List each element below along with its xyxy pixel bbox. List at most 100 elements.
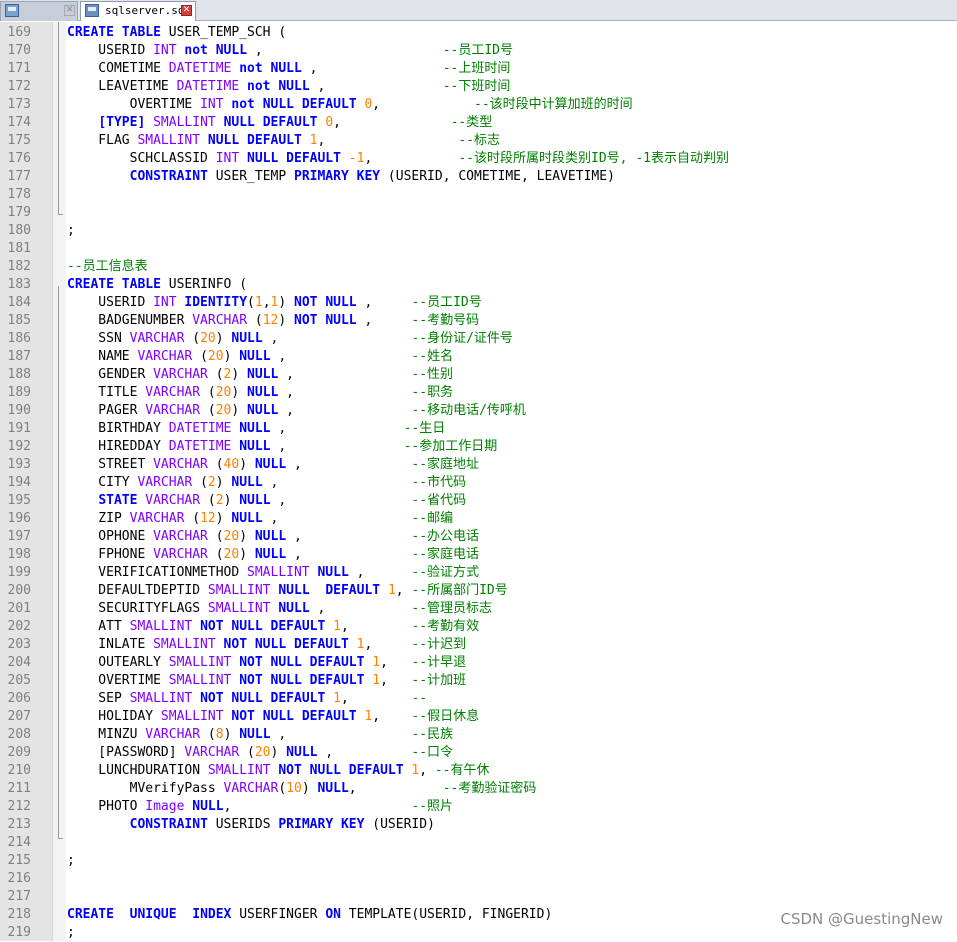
code-text: --员工信息表 bbox=[67, 258, 148, 276]
code-line[interactable]: 195 STATE VARCHAR (2) NULL , --省代码 bbox=[0, 492, 957, 510]
code-line[interactable]: 179 bbox=[0, 204, 957, 222]
code-line[interactable]: 197 OPHONE VARCHAR (20) NULL , --办公电话 bbox=[0, 528, 957, 546]
code-line[interactable]: 170 USERID INT not NULL , --员工ID号 bbox=[0, 42, 957, 60]
code-line[interactable]: 216 bbox=[0, 870, 957, 888]
line-number: 211 bbox=[7, 781, 31, 796]
code-line[interactable]: 173 OVERTIME INT not NULL DEFAULT 0, --该… bbox=[0, 96, 957, 114]
code-line[interactable]: 192 HIREDDAY DATETIME NULL , --参加工作日期 bbox=[0, 438, 957, 456]
keyword-token: NOT bbox=[223, 637, 248, 652]
code-line[interactable]: 169 CREATE TABLE USER_TEMP_SCH ( bbox=[0, 24, 957, 42]
keyword-token: NULL bbox=[231, 619, 263, 634]
text-token: , bbox=[309, 79, 443, 94]
code-line[interactable]: 184 USERID INT IDENTITY(1,1) NOT NULL , … bbox=[0, 294, 957, 312]
code-line[interactable]: 183 CREATE TABLE USERINFO ( bbox=[0, 276, 957, 294]
code-line[interactable]: 193 STREET VARCHAR (40) NULL , --家庭地址 bbox=[0, 456, 957, 474]
code-line[interactable]: 177 CONSTRAINT USER_TEMP PRIMARY KEY (US… bbox=[0, 168, 957, 186]
code-line[interactable]: 202 ATT SMALLINT NOT NULL DEFAULT 1, --考… bbox=[0, 618, 957, 636]
text-token: , bbox=[278, 385, 412, 400]
keyword-token: not bbox=[247, 79, 271, 94]
type-token: VARCHAR bbox=[129, 331, 185, 346]
code-line[interactable]: 182 --员工信息表 bbox=[0, 258, 957, 276]
text-token: LUNCHDURATION bbox=[67, 763, 208, 778]
code-line[interactable]: 205 OVERTIME SMALLINT NOT NULL DEFAULT 1… bbox=[0, 672, 957, 690]
code-line[interactable]: 209 [PASSWORD] VARCHAR (20) NULL , --口令 bbox=[0, 744, 957, 762]
line-number: 192 bbox=[7, 439, 31, 454]
line-number: 200 bbox=[7, 583, 31, 598]
code-line[interactable]: 201 SECURITYFLAGS SMALLINT NULL , --管理员标… bbox=[0, 600, 957, 618]
code-line[interactable]: 217 bbox=[0, 888, 957, 906]
code-line[interactable]: 186 SSN VARCHAR (20) NULL , --身份证/证件号 bbox=[0, 330, 957, 348]
type-token: VARCHAR bbox=[145, 727, 201, 742]
code-line[interactable]: 175 FLAG SMALLINT NULL DEFAULT 1, --标志 bbox=[0, 132, 957, 150]
code-editor[interactable]: 169 CREATE TABLE USER_TEMP_SCH (170 USERI… bbox=[0, 24, 957, 942]
line-number: 207 bbox=[7, 709, 31, 724]
code-line[interactable]: 208 MINZU VARCHAR (8) NULL , --民族 bbox=[0, 726, 957, 744]
code-line[interactable]: 204 OUTEARLY SMALLINT NOT NULL DEFAULT 1… bbox=[0, 654, 957, 672]
comment-token: --考勤验证密码 bbox=[442, 781, 537, 796]
text-token: , bbox=[317, 745, 412, 760]
comment-token: --考勤有效 bbox=[411, 619, 480, 634]
close-icon[interactable]: ✕ bbox=[64, 5, 75, 16]
line-number: 188 bbox=[7, 367, 31, 382]
type-token: INT bbox=[153, 43, 177, 58]
code-line[interactable]: 210 LUNCHDURATION SMALLINT NOT NULL DEFA… bbox=[0, 762, 957, 780]
code-line[interactable]: 188 GENDER VARCHAR (2) NULL , --性别 bbox=[0, 366, 957, 384]
code-line[interactable]: 207 HOLIDAY SMALLINT NOT NULL DEFAULT 1,… bbox=[0, 708, 957, 726]
close-icon[interactable]: ✕ bbox=[181, 5, 192, 16]
comment-token: --身份证/证件号 bbox=[411, 331, 513, 346]
code-text: DEFAULTDEPTID SMALLINT NULL DEFAULT 1, -… bbox=[67, 582, 507, 600]
line-number: 213 bbox=[7, 817, 31, 832]
code-line[interactable]: 172 LEAVETIME DATETIME not NULL , --下班时间 bbox=[0, 78, 957, 96]
text-token: INLATE bbox=[67, 637, 154, 652]
number-token: 1 bbox=[387, 583, 396, 598]
code-line[interactable]: 180; bbox=[0, 222, 957, 240]
code-line[interactable]: 200 DEFAULTDEPTID SMALLINT NULL DEFAULT … bbox=[0, 582, 957, 600]
text-token: STREET bbox=[67, 457, 154, 472]
code-text: CONSTRAINT USERIDS PRIMARY KEY (USERID) bbox=[67, 816, 435, 834]
keyword-token: NOT bbox=[294, 295, 318, 310]
number-token: 1 bbox=[309, 133, 318, 148]
line-number: 184 bbox=[7, 295, 31, 310]
code-line[interactable]: 191 BIRTHDAY DATETIME NULL , --生日 bbox=[0, 420, 957, 438]
code-line[interactable]: 206 SEP SMALLINT NOT NULL DEFAULT 1, -- bbox=[0, 690, 957, 708]
keyword-token: NULL bbox=[309, 763, 341, 778]
code-text: PAGER VARCHAR (20) NULL , --移动电话/传呼机 bbox=[67, 402, 526, 420]
keyword-token: NULL bbox=[247, 403, 279, 418]
code-line[interactable]: 181 bbox=[0, 240, 957, 258]
comment-token: -- bbox=[411, 691, 428, 706]
keyword-token: DEFAULT bbox=[270, 619, 326, 634]
code-line[interactable]: 171 COMETIME DATETIME not NULL , --上班时间 bbox=[0, 60, 957, 78]
tab-previous-file[interactable]: ✕ bbox=[0, 1, 78, 21]
keyword-token: NULL bbox=[254, 457, 287, 472]
keyword-token: NULL bbox=[239, 421, 271, 436]
keyword-token: NULL bbox=[239, 727, 271, 742]
keyword-token: DEFAULT bbox=[309, 673, 365, 688]
code-line[interactable]: 203 INLATE SMALLINT NOT NULL DEFAULT 1, … bbox=[0, 636, 957, 654]
code-line[interactable]: 190 PAGER VARCHAR (20) NULL , --移动电话/传呼机 bbox=[0, 402, 957, 420]
code-line[interactable]: 187 NAME VARCHAR (20) NULL , --姓名 bbox=[0, 348, 957, 366]
code-line[interactable]: 211 MVerifyPass VARCHAR(10) NULL, --考勤验证… bbox=[0, 780, 957, 798]
comment-token: --员工信息表 bbox=[67, 259, 148, 274]
text-token: , bbox=[372, 709, 412, 724]
code-line[interactable]: 176 SCHCLASSID INT NULL DEFAULT -1, --该时… bbox=[0, 150, 957, 168]
code-line[interactable]: 185 BADGENUMBER VARCHAR (12) NOT NULL , … bbox=[0, 312, 957, 330]
code-line[interactable]: 174 [TYPE] SMALLINT NULL DEFAULT 0, --类型 bbox=[0, 114, 957, 132]
keyword-token: DEFAULT bbox=[262, 115, 318, 130]
code-line[interactable]: 189 TITLE VARCHAR (20) NULL , --职务 bbox=[0, 384, 957, 402]
code-line[interactable]: 196 ZIP VARCHAR (12) NULL , --邮编 bbox=[0, 510, 957, 528]
code-line[interactable]: 199 VERIFICATIONMETHOD SMALLINT NULL , -… bbox=[0, 564, 957, 582]
code-line[interactable]: 198 FPHONE VARCHAR (20) NULL , --家庭电话 bbox=[0, 546, 957, 564]
text-token: NAME bbox=[67, 349, 138, 364]
code-line[interactable]: 194 CITY VARCHAR (2) NULL , --市代码 bbox=[0, 474, 957, 492]
code-line[interactable]: 212 PHOTO Image NULL, --照片 bbox=[0, 798, 957, 816]
keyword-token: NULL bbox=[247, 367, 279, 382]
code-line[interactable]: 178 bbox=[0, 186, 957, 204]
keyword-token: PRIMARY KEY bbox=[278, 817, 365, 832]
tab-sqlserver-sql[interactable]: sqlserver.sql ✕ bbox=[80, 1, 196, 21]
code-line[interactable]: 213 CONSTRAINT USERIDS PRIMARY KEY (USER… bbox=[0, 816, 957, 834]
code-line[interactable]: 214 bbox=[0, 834, 957, 852]
code-line[interactable]: 215; bbox=[0, 852, 957, 870]
